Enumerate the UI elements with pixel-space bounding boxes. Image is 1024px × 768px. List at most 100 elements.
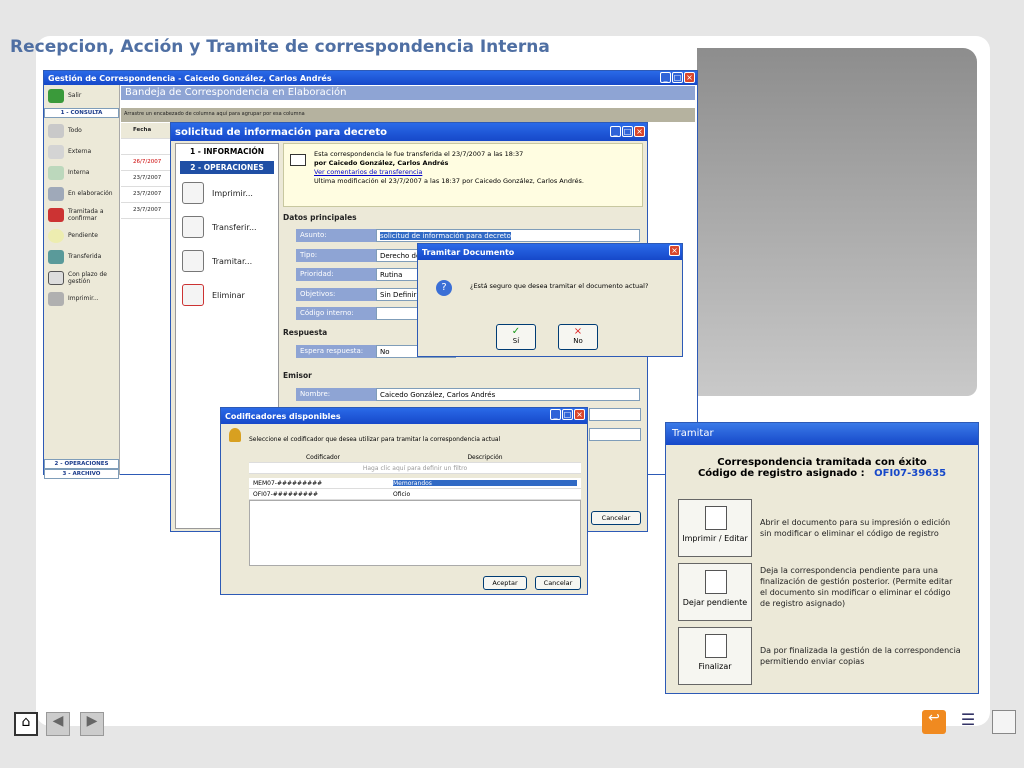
group-hint[interactable]: Arrastre un encabezado de columna aquí p… (121, 108, 695, 122)
table-row[interactable]: OFI07-######### Oficio (249, 489, 581, 500)
sidebar-item-pendiente[interactable]: Pendiente (44, 225, 119, 246)
imprimir-button[interactable]: Imprimir... (176, 176, 278, 210)
home-icon[interactable]: ⌂ (14, 712, 38, 736)
bandeja-header: Bandeja de Correspondencia en Elaboració… (121, 86, 695, 100)
window-icon[interactable] (992, 710, 1016, 734)
minimize-button[interactable]: _ (660, 72, 671, 83)
code-value: OFI07-39635 (874, 468, 947, 479)
cancelar-button[interactable]: Cancelar (591, 511, 641, 525)
espera-label: Espera respuesta: (296, 345, 376, 358)
sidebar-item-externa[interactable]: Externa (44, 141, 119, 162)
sidebar-item-interna[interactable]: Interna (44, 162, 119, 183)
close-button[interactable]: × (574, 409, 585, 420)
document-sign-icon (705, 634, 727, 658)
solicitud-window-controls: _ □ × (610, 126, 645, 137)
award-icon (229, 428, 241, 442)
aceptar-button[interactable]: Aceptar (483, 576, 527, 590)
print-edit-icon (705, 506, 727, 530)
solicitud-title: solicitud de información para decreto (175, 126, 387, 138)
yes-button[interactable]: ✓ Sí (496, 324, 536, 350)
success-message: Correspondencia tramitada con éxito (717, 457, 927, 468)
dejar-pendiente-button[interactable]: Dejar pendiente (678, 563, 752, 621)
close-button[interactable]: × (669, 245, 680, 256)
no-button[interactable]: × No (558, 324, 598, 350)
nombre-field[interactable]: Caicedo González, Carlos Andrés (376, 388, 640, 401)
maximize-button[interactable]: □ (672, 72, 683, 83)
sidebar: Salir 1 - CONSULTA Todo Externa Interna … (44, 85, 120, 479)
section-archivo[interactable]: 3 - ARCHIVO (44, 469, 119, 479)
option-pendiente: Dejar pendiente Deja la correspondencia … (678, 563, 962, 621)
sidebar-item-imprimir[interactable]: Imprimir... (44, 288, 119, 309)
inbox-icon (48, 144, 64, 159)
deadline-icon (48, 270, 64, 285)
clipboard-icon (705, 570, 727, 594)
tramitar-controls: × (669, 245, 680, 256)
printer-icon (48, 291, 64, 306)
minimize-button[interactable]: _ (550, 409, 561, 420)
codificadores-title-bar[interactable]: Codificadores disponibles (221, 408, 587, 424)
objetivos-label: Objetivos: (296, 288, 376, 301)
sidebar-item-todo[interactable]: Todo (44, 120, 119, 141)
eliminar-button[interactable]: Eliminar (176, 278, 278, 312)
prev-arrow-icon[interactable]: ◀ (46, 712, 70, 736)
nombre-label: Nombre: (296, 388, 376, 401)
imprimir-editar-button[interactable]: Imprimir / Editar (678, 499, 752, 557)
menu-list-icon[interactable]: ☰ (956, 710, 980, 734)
document-edit-icon (182, 250, 204, 272)
sidebar-item-en-elaboracion[interactable]: En elaboración (44, 183, 119, 204)
section-consulta[interactable]: 1 - CONSULTA (44, 108, 119, 118)
folder-icon (48, 123, 64, 138)
cancelar-button[interactable]: Cancelar (535, 576, 581, 590)
tramitar-title-bar[interactable]: Tramitar Documento (418, 244, 682, 260)
printer-icon (182, 182, 204, 204)
extra-field-2[interactable] (589, 428, 641, 441)
tramitada-icon (48, 207, 64, 222)
main-title: Gestión de Correspondencia - Caicedo Gon… (48, 73, 332, 83)
tab-operaciones[interactable]: 2 - OPERACIONES (180, 161, 274, 174)
edit-icon (48, 186, 64, 201)
tipo-label: Tipo: (296, 249, 376, 262)
col-codificador[interactable]: Codificador (253, 454, 393, 461)
inbox-icon (48, 165, 64, 180)
asunto-field[interactable]: solicitud de información para decreto (376, 229, 640, 242)
section-operaciones[interactable]: 2 - OPERACIONES (44, 459, 119, 469)
sidebar-item-tramitada[interactable]: Tramitada a confirmar (44, 204, 119, 225)
finalizar-button[interactable]: Finalizar (678, 627, 752, 685)
sidebar-item-transferida[interactable]: Transferida (44, 246, 119, 267)
codificadores-dialog: Codificadores disponibles _ □ × Seleccio… (220, 407, 588, 595)
transfer-info: Esta correspondencia le fue transferida … (283, 143, 643, 207)
maximize-button[interactable]: □ (622, 126, 633, 137)
col-descripcion[interactable]: Descripción (393, 454, 577, 461)
minimize-button[interactable]: _ (610, 126, 621, 137)
filter-row[interactable]: Haga clic aquí para definir un filtro (249, 463, 581, 474)
transfer-icon (182, 216, 204, 238)
tramitar-button[interactable]: Tramitar... (176, 244, 278, 278)
main-title-bar[interactable]: Gestión de Correspondencia - Caicedo Gon… (44, 71, 697, 85)
close-button[interactable]: × (634, 126, 645, 137)
result-title: Tramitar (666, 423, 978, 445)
maximize-button[interactable]: □ (562, 409, 573, 420)
envelope-icon (290, 154, 306, 166)
asunto-label: Asunto: (296, 229, 376, 242)
slide-title: Recepcion, Acción y Tramite de correspon… (10, 37, 550, 57)
option-finalizar: Finalizar Da por finalizada la gestión d… (678, 627, 962, 685)
solicitud-title-bar[interactable]: solicitud de información para decreto (171, 123, 647, 141)
tramitar-documento-dialog: Tramitar Documento × ? ¿Está seguro que … (417, 243, 683, 357)
transfer-icon (48, 249, 64, 264)
tab-informacion[interactable]: 1 - INFORMACIÓN (176, 144, 278, 159)
codificadores-header: Codificador Descripción (249, 452, 581, 463)
close-button[interactable]: × (684, 72, 695, 83)
return-icon[interactable]: ↩ (922, 710, 946, 734)
sidebar-item-plazo[interactable]: Con plazo de gestión (44, 267, 119, 288)
extra-field-1[interactable] (589, 408, 641, 421)
exit-icon (48, 88, 64, 103)
main-window-controls: _ □ × (660, 72, 695, 83)
grid-empty-area (249, 500, 581, 566)
transferir-button[interactable]: Transferir... (176, 210, 278, 244)
transfer-comments-link[interactable]: Ver comentarios de transferencia (314, 168, 636, 177)
tramitar-result-window: Tramitar Correspondencia tramitada con é… (665, 422, 979, 694)
table-row[interactable]: MEM07-######### Memorandos (249, 478, 581, 489)
respuesta-heading: Respuesta (283, 328, 328, 337)
sidebar-item-exit[interactable]: Salir (44, 85, 119, 106)
next-arrow-icon[interactable]: ▶ (80, 712, 104, 736)
